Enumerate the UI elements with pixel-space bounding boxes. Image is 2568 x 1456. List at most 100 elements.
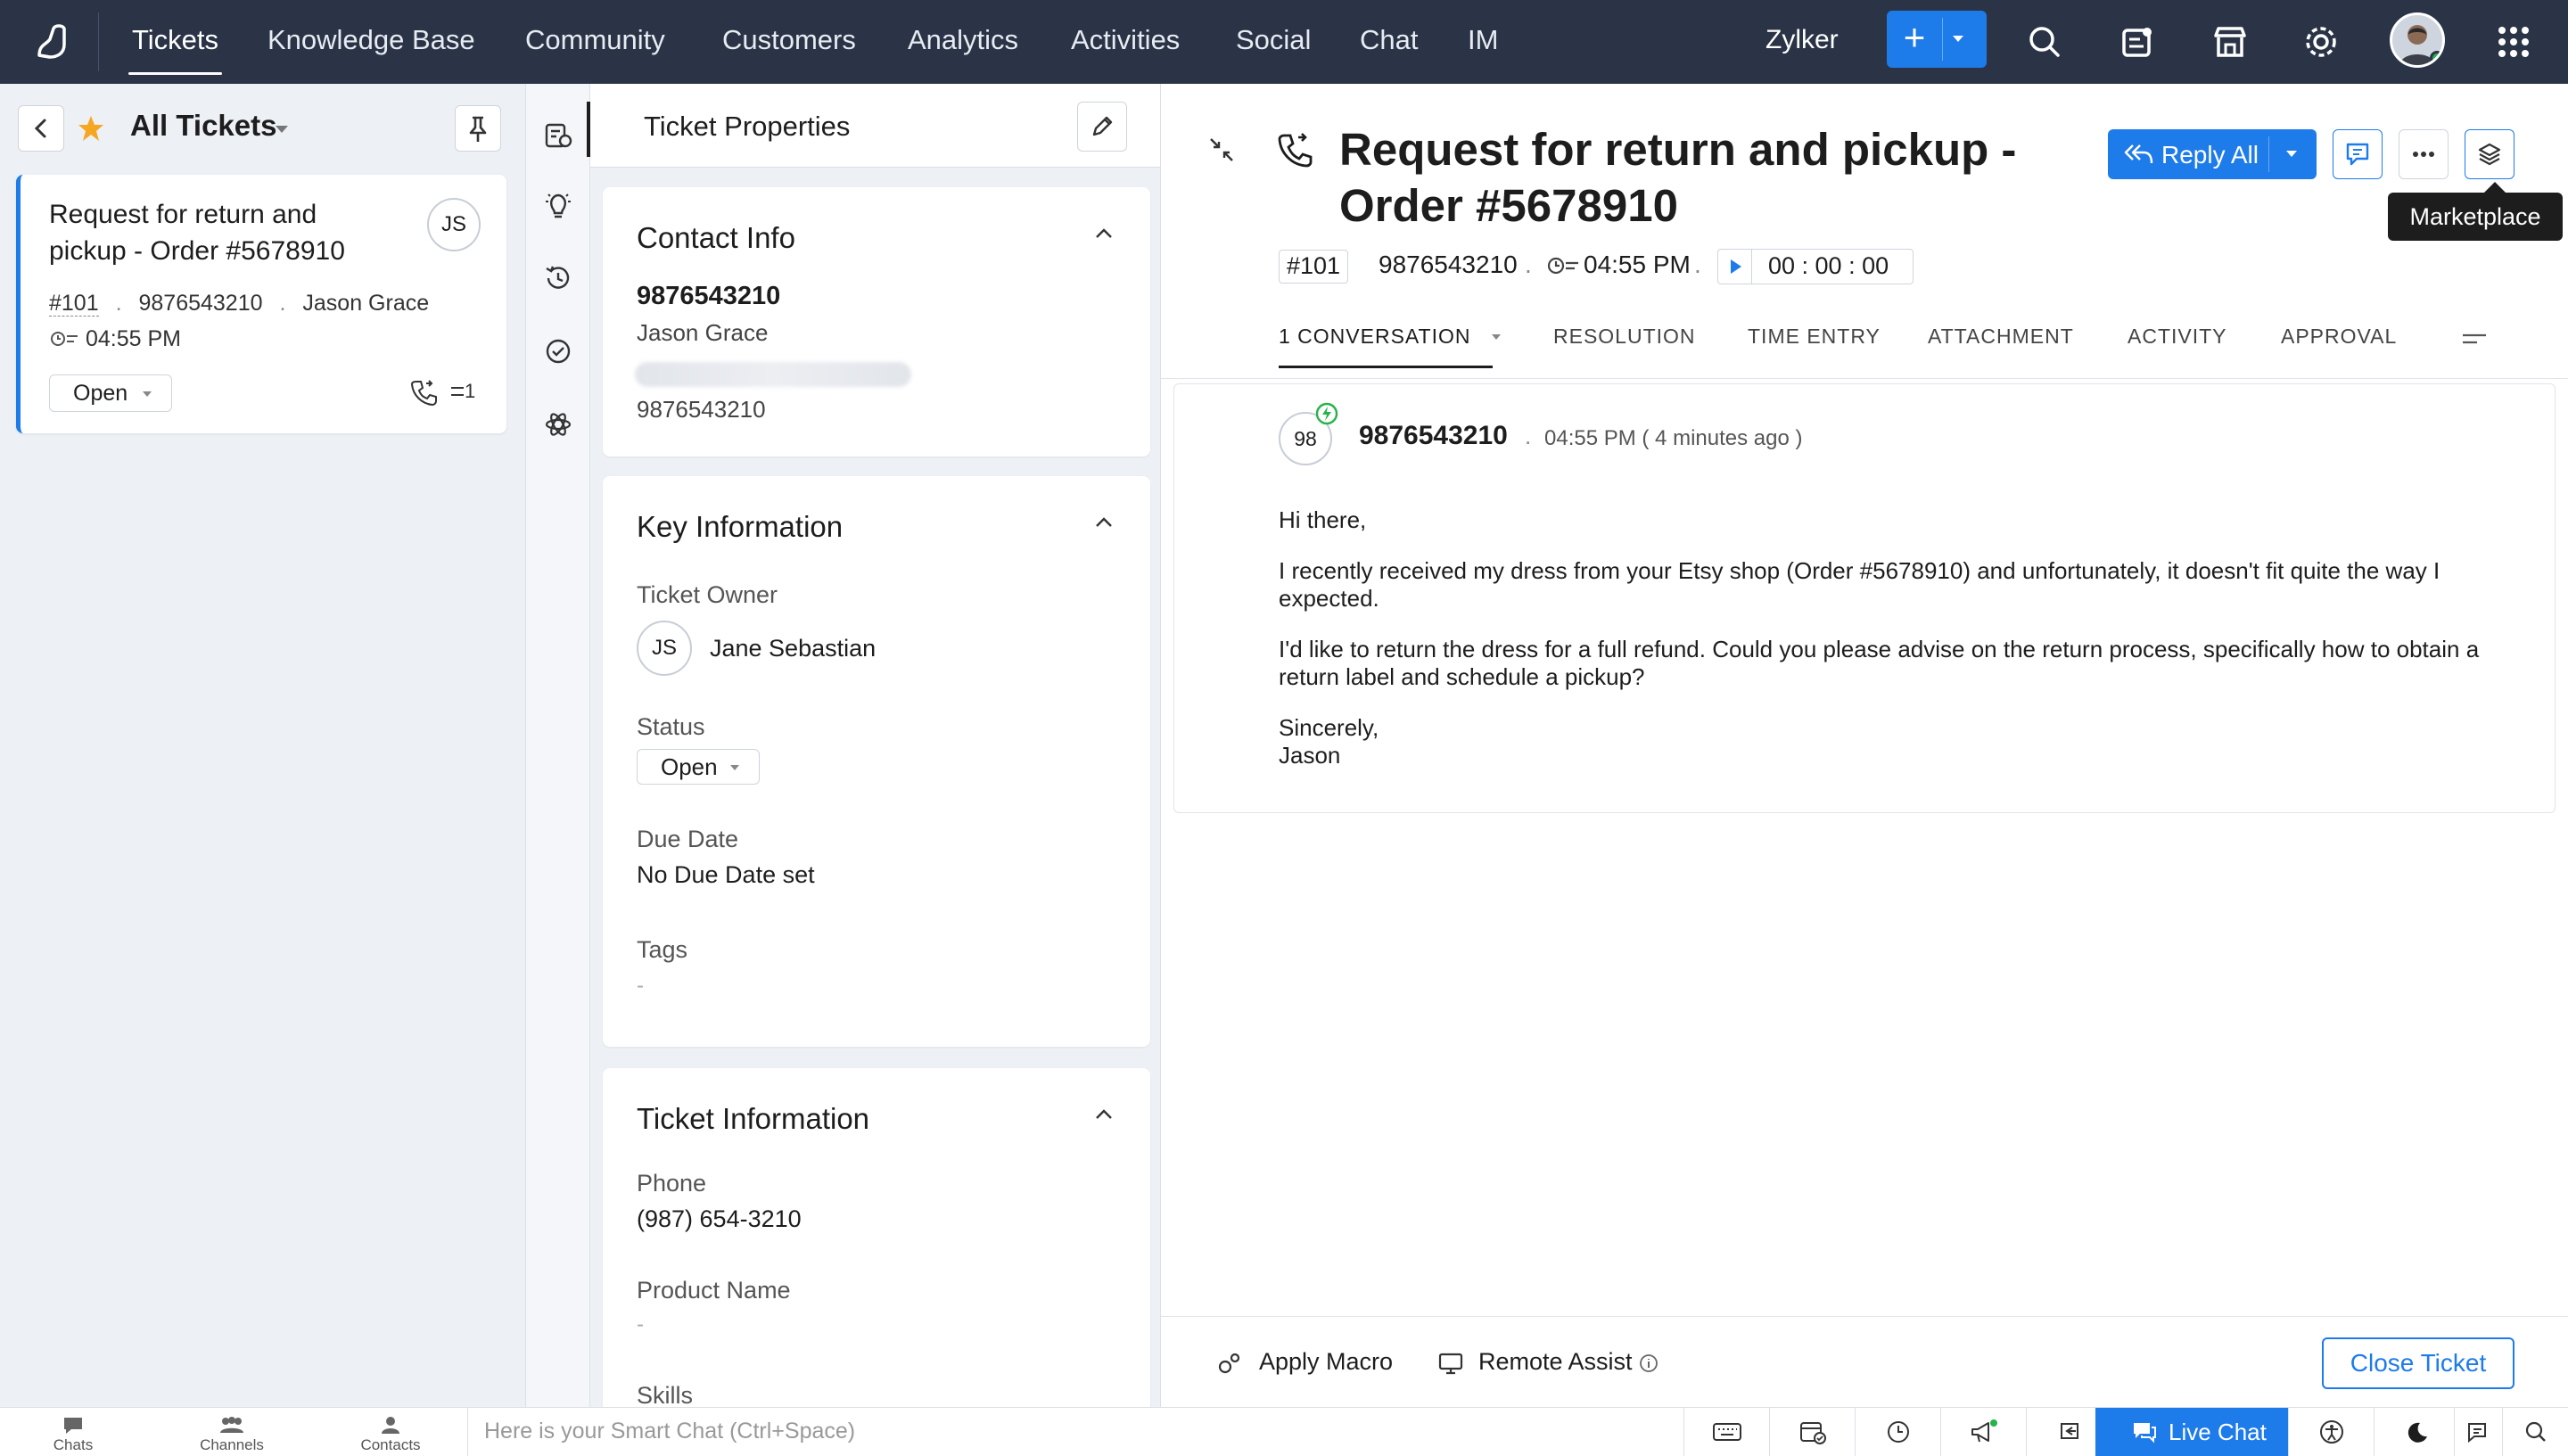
live-chat-button[interactable]: Live Chat (2095, 1408, 2288, 1456)
info-icon[interactable] (1639, 1353, 1658, 1373)
sender-name[interactable]: 9876543210 (1359, 421, 1508, 451)
ticket-card-status[interactable]: Open (49, 374, 172, 412)
tab-activity[interactable]: ACTIVITY (2128, 325, 2227, 349)
org-name[interactable]: Zylker (1766, 0, 1839, 80)
accessibility-button[interactable] (2288, 1408, 2374, 1456)
incoming-bolt-icon (1315, 402, 1338, 425)
plus-icon: + (1903, 16, 1926, 58)
product-name-value[interactable]: - (637, 1312, 644, 1337)
contact-phone[interactable]: 9876543210 (637, 396, 766, 424)
blurred-email (635, 362, 911, 387)
ticket-card-subject[interactable]: Request for return and pickup - Order #5… (49, 196, 388, 269)
contact-info-heading[interactable]: Contact Info (637, 221, 795, 255)
contacts-shortcut[interactable]: Contacts (337, 1408, 444, 1456)
feedback-button[interactable] (2454, 1408, 2502, 1456)
time-tracker[interactable]: 00 : 00 : 00 (1717, 249, 1914, 284)
chats-shortcut[interactable]: Chats (20, 1408, 127, 1456)
ticket-subject[interactable]: Request for return and pickup - Order #5… (1339, 121, 2124, 234)
chevron-up-icon[interactable] (1093, 226, 1115, 241)
settings-gear-icon[interactable] (2300, 21, 2342, 62)
history-icon[interactable] (542, 262, 574, 294)
timer-play-button[interactable] (1718, 250, 1752, 284)
recent-button[interactable] (1855, 1408, 1940, 1456)
search-icon[interactable] (2024, 21, 2065, 62)
desk-logo-icon[interactable] (27, 18, 77, 68)
close-ticket-button[interactable]: Close Ticket (2322, 1337, 2514, 1389)
tab-approval[interactable]: APPROVAL (2281, 325, 2397, 349)
pin-button[interactable] (455, 105, 501, 152)
nav-tab-social[interactable]: Social (1236, 0, 1311, 84)
smart-chat-input[interactable]: Here is your Smart Chat (Ctrl+Space) (467, 1408, 1698, 1456)
ticket-card-contact[interactable]: Jason Grace (302, 291, 429, 316)
more-options-button[interactable] (2399, 129, 2449, 179)
comment-button[interactable] (2333, 129, 2383, 179)
key-information-heading[interactable]: Key Information (637, 510, 843, 544)
marketplace-store-icon[interactable] (2210, 21, 2251, 62)
chevron-up-icon[interactable] (1093, 515, 1115, 530)
tab-time-entry[interactable]: TIME ENTRY (1748, 325, 1881, 349)
view-title[interactable]: All Tickets (130, 109, 276, 143)
dark-mode-button[interactable] (2374, 1408, 2459, 1456)
contact-person-icon (382, 1417, 399, 1434)
star-favorite-icon[interactable] (77, 114, 105, 143)
nav-tab-activities[interactable]: Activities (1071, 0, 1180, 84)
ticket-id-badge[interactable]: #101 (1279, 250, 1348, 284)
phone-channel-icon (1278, 133, 1313, 168)
remote-assist-button[interactable]: Remote Assist (1478, 1348, 1633, 1376)
ticket-properties-icon[interactable] (542, 119, 574, 152)
phone-value[interactable]: (987) 654-3210 (637, 1205, 802, 1233)
ticket-card[interactable]: Request for return and pickup - Order #5… (16, 175, 506, 433)
tab-attachment[interactable]: ATTACHMENT (1928, 325, 2074, 349)
channels-label: Channels (200, 1436, 264, 1453)
nav-tab-customers[interactable]: Customers (722, 0, 856, 84)
announcements-button[interactable] (1940, 1408, 2026, 1456)
ticket-properties-panel: Ticket Properties Contact Info 987654321… (590, 84, 1161, 1407)
apply-macro-button[interactable]: Apply Macro (1259, 1348, 1393, 1376)
nav-tab-tickets[interactable]: Tickets (128, 0, 223, 84)
tasks-button[interactable] (1769, 1408, 1855, 1456)
contact-primary[interactable]: 9876543210 (637, 282, 780, 311)
collapse-arrows-icon[interactable] (1206, 134, 1238, 166)
ticket-card-status-label: Open (73, 381, 128, 406)
bulb-insights-icon[interactable] (542, 191, 574, 223)
nav-tab-knowledge-base[interactable]: Knowledge Base (268, 0, 475, 84)
thread-list-icon (451, 387, 464, 396)
view-caret-down-icon[interactable] (273, 123, 291, 136)
user-avatar[interactable] (2390, 12, 2445, 68)
caret-down-icon[interactable] (1951, 34, 1965, 45)
ticket-owner-name[interactable]: Jane Sebastian (710, 635, 876, 662)
marketplace-button[interactable] (2465, 129, 2514, 179)
due-date-value[interactable]: No Due Date set (637, 861, 815, 889)
message-greeting: Hi there, (1279, 506, 1367, 533)
calendar-check-icon (1799, 1422, 1826, 1444)
ticket-card-id[interactable]: #101 (49, 291, 99, 317)
reply-all-button[interactable]: Reply All (2108, 129, 2317, 179)
app-grid-icon[interactable] (2493, 21, 2534, 62)
tab-caret-icon[interactable] (1490, 333, 1502, 341)
properties-header: Ticket Properties (590, 84, 1160, 168)
nav-tab-chat[interactable]: Chat (1360, 0, 1418, 84)
add-new-button[interactable]: + (1887, 11, 1987, 68)
tags-value[interactable]: - (637, 974, 644, 999)
reply-caret-down-icon[interactable] (2284, 149, 2299, 160)
statusbar-search-button[interactable] (2502, 1408, 2568, 1456)
owner-avatar: JS (637, 621, 692, 676)
ticket-information-heading[interactable]: Ticket Information (637, 1102, 869, 1136)
edit-properties-button[interactable] (1077, 102, 1127, 152)
nav-tab-im[interactable]: IM (1468, 0, 1498, 84)
channels-shortcut[interactable]: Channels (178, 1408, 285, 1456)
nav-tab-analytics[interactable]: Analytics (908, 0, 1018, 84)
thread-count[interactable]: 1 (450, 380, 475, 403)
tab-conversation[interactable]: 1 CONVERSATION (1279, 325, 1502, 349)
tab-resolution[interactable]: RESOLUTION (1553, 325, 1696, 349)
tab-menu-lines-icon[interactable] (2461, 330, 2488, 348)
keyboard-button[interactable] (1683, 1408, 1769, 1456)
status-dropdown[interactable]: Open (637, 749, 760, 785)
ticket-phone[interactable]: 9876543210 (1379, 251, 1518, 279)
atom-integration-icon[interactable] (542, 408, 574, 440)
checkmark-circle-icon[interactable] (542, 335, 574, 367)
notes-icon[interactable] (2117, 21, 2158, 62)
chevron-up-icon[interactable] (1093, 1107, 1115, 1122)
back-button[interactable] (18, 105, 64, 152)
nav-tab-community[interactable]: Community (525, 0, 665, 84)
